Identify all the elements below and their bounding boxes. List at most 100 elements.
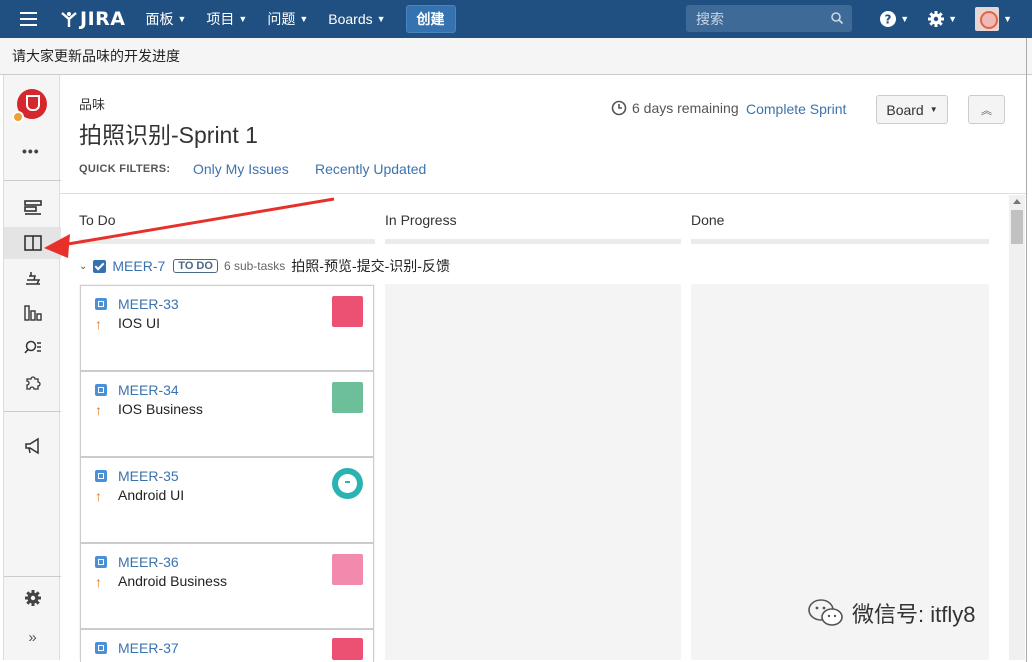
subtask-icon — [95, 556, 107, 568]
help-icon: ? — [880, 11, 897, 27]
issue-card[interactable]: MEER-35 ↑ Android UI — [80, 457, 374, 543]
scroll-up-arrow-icon[interactable] — [1013, 199, 1021, 204]
assignee-avatar — [332, 638, 363, 660]
chevron-down-icon: ▼ — [948, 14, 958, 24]
settings-menu[interactable]: ▼ — [927, 10, 957, 28]
sidebar-item-components[interactable] — [4, 367, 61, 399]
vertical-scrollbar[interactable] — [1009, 195, 1025, 660]
sidebar-item-releases[interactable] — [4, 262, 61, 294]
chevron-down-icon: ▼ — [299, 14, 309, 24]
issue-card[interactable]: MEER-34 ↑ IOS Business — [80, 371, 374, 457]
issue-card[interactable]: MEER-36 ↑ Android Business — [80, 543, 374, 629]
chevron-down-icon: ▼ — [900, 14, 910, 24]
task-type-icon — [93, 259, 107, 273]
sidebar-item-active-sprints[interactable] — [4, 227, 61, 259]
watermark-text: 微信号: itfly8 — [852, 602, 976, 627]
scrollbar-thumb[interactable] — [1011, 210, 1023, 244]
chevron-down-icon: ▼ — [1003, 14, 1012, 24]
card-issue-key[interactable]: MEER-37 — [118, 640, 179, 656]
sidebar-item-project-settings[interactable] — [4, 582, 61, 614]
svg-text:?: ? — [885, 13, 892, 27]
sidebar-item-issues[interactable] — [4, 332, 61, 364]
chevron-up-double-icon: ︽ — [981, 104, 992, 117]
releases-icon — [25, 272, 40, 285]
subtask-icon — [95, 642, 107, 654]
column-bar-done — [691, 239, 989, 244]
column-header-in-progress: In Progress — [385, 212, 457, 228]
card-summary: IOS UI — [118, 315, 161, 331]
help-menu[interactable]: ? ▼ — [879, 10, 909, 28]
subtask-icon — [95, 470, 107, 482]
sidebar-item-backlog[interactable] — [4, 192, 61, 224]
subtask-icon — [95, 384, 107, 396]
sidebar-item-reports[interactable] — [4, 297, 61, 329]
nav-dashboards-label: 面板 — [145, 11, 174, 27]
nav-boards[interactable]: Boards ▼ — [328, 11, 385, 27]
swimlane-header[interactable]: ⌄ MEER-7 TO DO 6 sub-tasks 拍照-预览-提交-识别-反… — [79, 256, 450, 276]
nav-issues-label: 问题 — [267, 11, 296, 27]
quick-filters-label: QUICK FILTERS: — [79, 163, 171, 175]
sprint-remaining: 6 days remaining — [611, 100, 739, 116]
issue-card[interactable]: MEER-33 ↑ IOS UI — [80, 285, 374, 371]
status-badge: TO DO — [173, 259, 218, 273]
user-avatar — [975, 7, 1000, 31]
priority-major-icon: ↑ — [95, 488, 102, 504]
active-sprints-icon — [23, 235, 42, 251]
reports-icon — [23, 305, 42, 321]
subtask-icon — [95, 298, 107, 310]
components-icon — [25, 376, 41, 390]
card-issue-key[interactable]: MEER-34 — [118, 382, 179, 398]
quick-filter-recently-updated[interactable]: Recently Updated — [315, 161, 426, 177]
card-issue-key[interactable]: MEER-33 — [118, 296, 179, 312]
project-name[interactable]: 品味 — [79, 94, 105, 113]
assignee-avatar — [332, 554, 363, 585]
column-in-progress[interactable] — [385, 284, 681, 660]
priority-major-icon: ↑ — [95, 316, 102, 332]
announcement-banner: 请大家更新品味的开发进度 — [0, 38, 1032, 75]
nav-dashboards[interactable]: 面板 ▼ — [145, 9, 186, 29]
sidebar-divider — [4, 411, 61, 412]
quick-filter-only-my-issues[interactable]: Only My Issues — [193, 161, 289, 177]
top-right-tools: ? ▼ ▼ ▼ — [879, 0, 1012, 38]
column-bar-in-progress — [385, 239, 681, 244]
column-header-done: Done — [691, 212, 725, 228]
swimlane-summary: 拍照-预览-提交-识别-反馈 — [291, 258, 450, 274]
sidebar-divider — [4, 180, 61, 181]
collapse-header-button[interactable]: ︽ — [968, 95, 1005, 124]
expand-icon: » — [28, 628, 37, 646]
complete-sprint-link[interactable]: Complete Sprint — [746, 101, 846, 117]
card-issue-key[interactable]: MEER-36 — [118, 554, 179, 570]
nav-issues[interactable]: 问题 ▼ — [267, 9, 308, 29]
header-separator — [60, 193, 1026, 194]
chevron-down-icon: ▼ — [177, 14, 187, 24]
jira-logo[interactable]: JIRA — [60, 8, 125, 30]
menu-icon[interactable] — [20, 12, 48, 26]
column-header-todo: To Do — [79, 212, 116, 228]
card-summary: IOS Business — [118, 401, 203, 417]
backlog-icon — [23, 200, 42, 215]
search-input[interactable]: 搜索 — [686, 5, 852, 32]
subtask-count: 6 sub-tasks — [223, 259, 286, 273]
swimlane-issue-key[interactable]: MEER-7 — [112, 258, 165, 274]
nav-projects[interactable]: 项目 ▼ — [206, 9, 247, 29]
issue-card[interactable]: MEER-37 — [80, 629, 374, 662]
sidebar-divider — [4, 576, 61, 577]
project-sidebar: ••• » — [3, 75, 61, 660]
card-summary: Android Business — [118, 573, 227, 589]
sprint-title: 拍照识别-Sprint 1 — [79, 122, 258, 148]
sidebar-item-feedback[interactable] — [4, 430, 61, 462]
assignee-avatar — [332, 382, 363, 413]
card-issue-key[interactable]: MEER-35 — [118, 468, 179, 484]
assignee-avatar — [332, 296, 363, 327]
top-navigation-bar: JIRA 面板 ▼ 项目 ▼ 问题 ▼ Boards ▼ 创建 搜索 ? ▼ ▼… — [0, 0, 1032, 38]
chevron-down-icon[interactable]: ⌄ — [79, 261, 87, 272]
sidebar-expand[interactable]: » — [4, 621, 61, 653]
board-button-label: Board — [886, 101, 924, 118]
more-options-button[interactable]: ••• — [22, 143, 40, 159]
board-menu-button[interactable]: Board ▼ — [876, 95, 948, 124]
priority-major-icon: ↑ — [95, 574, 102, 590]
create-button[interactable]: 创建 — [405, 5, 456, 33]
user-menu[interactable]: ▼ — [975, 7, 1012, 31]
watermark: 微信号: itfly8 — [806, 597, 975, 629]
project-settings-icon — [24, 590, 41, 606]
